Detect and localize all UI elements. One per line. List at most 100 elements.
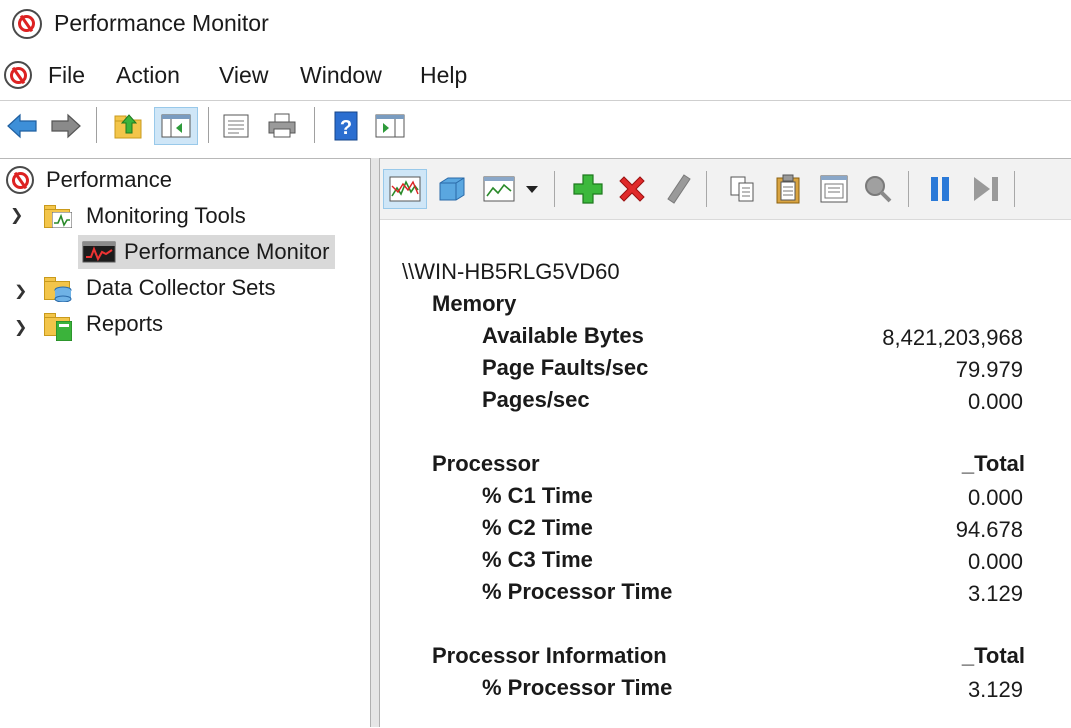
properties-button[interactable] bbox=[218, 107, 254, 145]
highlight-button[interactable] bbox=[656, 169, 700, 209]
copy-properties-button[interactable] bbox=[720, 169, 764, 209]
update-data-button[interactable] bbox=[964, 169, 1008, 209]
paste-counter-list-button[interactable] bbox=[766, 169, 810, 209]
menu-help[interactable]: Help bbox=[420, 62, 467, 89]
delete-counter-icon bbox=[619, 176, 645, 202]
change-graph-type-icon bbox=[483, 176, 515, 202]
object-processor: Processor bbox=[432, 451, 540, 476]
report-view: \\WIN-HB5RLG5VD60 Memory Available Bytes… bbox=[380, 219, 1071, 728]
graph-toolbar bbox=[380, 159, 1071, 220]
main-toolbar: ? bbox=[0, 100, 1071, 153]
zoom-button[interactable] bbox=[856, 169, 900, 209]
instance-name: _Total bbox=[961, 451, 1025, 476]
freeze-display-button[interactable] bbox=[918, 169, 962, 209]
data-collector-sets-folder-icon bbox=[44, 276, 72, 302]
graph-type-dropdown[interactable] bbox=[520, 169, 544, 209]
object-memory: Memory bbox=[432, 291, 517, 316]
machine-name: \\WIN-HB5RLG5VD60 bbox=[402, 259, 620, 284]
tree-item-label: Performance bbox=[46, 167, 172, 192]
counter-value: 79.979 bbox=[955, 357, 1023, 382]
system-menu-icon[interactable] bbox=[4, 61, 32, 89]
menu-bar: File Action View Window Help bbox=[0, 56, 1071, 98]
forward-arrow-icon bbox=[51, 113, 81, 139]
performance-monitor-app-icon bbox=[12, 9, 42, 39]
help-button[interactable]: ? bbox=[328, 107, 364, 145]
counter-value: 0.000 bbox=[967, 549, 1023, 574]
toolbar-separator bbox=[554, 171, 555, 207]
tree-item-reports[interactable]: Reports bbox=[44, 307, 163, 341]
freeze-display-icon bbox=[931, 177, 949, 201]
delete-counter-button[interactable] bbox=[610, 169, 654, 209]
help-icon: ? bbox=[334, 111, 358, 141]
counter-name: % C3 Time bbox=[482, 547, 593, 572]
tree-item-monitoring-tools[interactable]: Monitoring Tools bbox=[44, 199, 246, 233]
print-icon bbox=[268, 113, 296, 138]
performance-icon bbox=[6, 166, 34, 194]
menu-action[interactable]: Action bbox=[116, 62, 180, 89]
tree-item-label: Performance Monitor bbox=[124, 239, 330, 264]
back-button[interactable] bbox=[4, 107, 40, 145]
properties-icon bbox=[223, 114, 249, 138]
monitoring-tools-folder-icon bbox=[44, 204, 72, 228]
performance-monitor-pane: \\WIN-HB5RLG5VD60 Memory Available Bytes… bbox=[380, 158, 1071, 728]
change-graph-type-button[interactable] bbox=[477, 169, 521, 209]
chevron-right-icon[interactable]: ❯ bbox=[14, 282, 27, 300]
view-current-activity-icon bbox=[389, 176, 421, 202]
show-hide-console-tree-button[interactable] bbox=[154, 107, 198, 145]
counter-value: 8,421,203,968 bbox=[882, 325, 1023, 350]
counter-value: 3.129 bbox=[967, 581, 1023, 606]
counter-name: Pages/sec bbox=[482, 387, 590, 412]
chevron-right-icon[interactable]: ❯ bbox=[14, 317, 27, 337]
toolbar-separator bbox=[96, 107, 97, 143]
instance-name: _Total bbox=[961, 643, 1025, 668]
show-action-pane-button[interactable] bbox=[372, 107, 408, 145]
object-processor-information: Processor Information bbox=[432, 643, 667, 668]
highlight-icon bbox=[667, 174, 691, 204]
menu-window[interactable]: Window bbox=[300, 62, 382, 89]
toolbar-separator bbox=[314, 107, 315, 143]
chevron-down-icon[interactable]: ❯ bbox=[10, 205, 23, 225]
view-log-data-button[interactable] bbox=[429, 169, 473, 209]
update-data-icon bbox=[974, 177, 998, 201]
counter-value: 0.000 bbox=[967, 389, 1023, 414]
dropdown-arrow-icon bbox=[526, 186, 538, 193]
toolbar-separator bbox=[908, 171, 909, 207]
properties-icon bbox=[820, 175, 848, 203]
up-one-level-button[interactable] bbox=[110, 107, 146, 145]
counter-value: 3.129 bbox=[967, 677, 1023, 702]
counter-name: Page Faults/sec bbox=[482, 355, 649, 380]
reports-folder-icon bbox=[44, 312, 72, 341]
copy-properties-icon bbox=[730, 176, 754, 202]
tree-item-data-collector-sets[interactable]: Data Collector Sets bbox=[44, 271, 276, 305]
tree-item-label: Data Collector Sets bbox=[86, 275, 276, 300]
zoom-icon bbox=[865, 176, 892, 203]
show-hide-console-tree-icon bbox=[161, 114, 191, 138]
tree-item-performance-monitor[interactable]: Performance Monitor bbox=[78, 235, 336, 269]
performance-monitor-icon bbox=[82, 241, 116, 263]
tree-item-label: Reports bbox=[86, 311, 164, 336]
add-counter-icon bbox=[573, 174, 603, 204]
menu-view[interactable]: View bbox=[219, 62, 268, 89]
add-counter-button[interactable] bbox=[566, 169, 610, 209]
counter-name: % Processor Time bbox=[482, 675, 673, 700]
counter-name: % C2 Time bbox=[482, 515, 593, 540]
forward-button[interactable] bbox=[48, 107, 84, 145]
menu-file[interactable]: File bbox=[48, 62, 85, 89]
window-title: Performance Monitor bbox=[54, 10, 269, 36]
paste-counter-list-icon bbox=[776, 174, 800, 204]
graph-properties-button[interactable] bbox=[812, 169, 856, 209]
toolbar-separator bbox=[1014, 171, 1015, 207]
print-button[interactable] bbox=[264, 107, 300, 145]
view-log-data-icon bbox=[439, 177, 465, 201]
svg-text:?: ? bbox=[340, 117, 352, 139]
pane-splitter[interactable] bbox=[370, 158, 380, 727]
title-bar: Performance Monitor bbox=[0, 0, 1071, 50]
tree-item-performance[interactable]: Performance bbox=[6, 163, 172, 197]
show-action-pane-icon bbox=[375, 114, 405, 138]
counter-name: Available Bytes bbox=[482, 323, 644, 348]
view-current-activity-button[interactable] bbox=[383, 169, 427, 209]
toolbar-separator bbox=[208, 107, 209, 143]
counter-name: % C1 Time bbox=[482, 483, 593, 508]
back-arrow-icon bbox=[7, 113, 37, 139]
counter-value: 94.678 bbox=[955, 517, 1023, 542]
